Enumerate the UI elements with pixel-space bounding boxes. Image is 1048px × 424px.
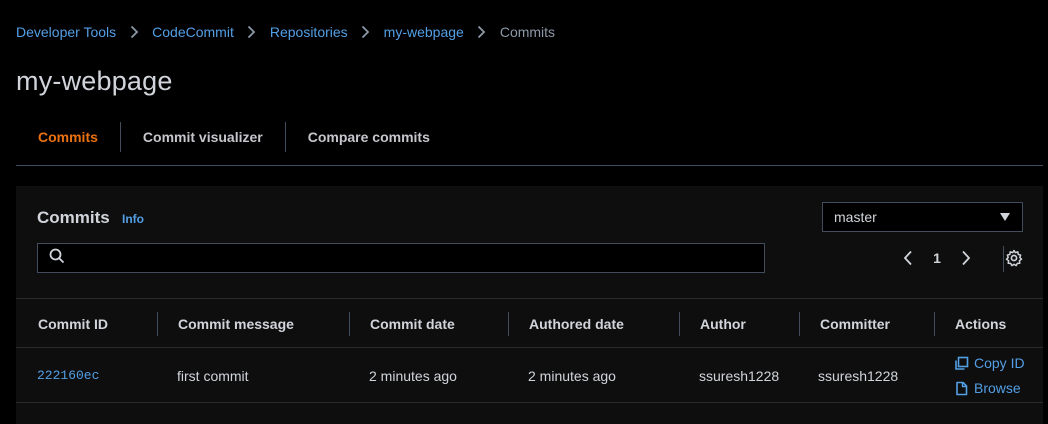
search-input[interactable] — [73, 250, 753, 266]
breadcrumb-codecommit[interactable]: CodeCommit — [152, 24, 234, 40]
search-icon — [49, 248, 65, 269]
column-divider — [679, 312, 680, 336]
file-icon — [956, 381, 968, 395]
author-cell: ssuresh1228 — [699, 367, 780, 384]
column-header-authored-date[interactable]: Authored date — [529, 299, 624, 349]
column-header-commit-message[interactable]: Commit message — [178, 299, 294, 349]
commit-date-cell: 2 minutes ago — [369, 367, 457, 384]
chevron-left-icon[interactable] — [898, 246, 918, 270]
committer-cell: ssuresh1228 — [818, 367, 899, 384]
column-divider — [508, 312, 509, 336]
column-header-commit-id[interactable]: Commit ID — [38, 299, 108, 349]
column-divider — [349, 312, 350, 336]
breadcrumb-commits: Commits — [499, 24, 556, 40]
branch-select-value: master — [834, 209, 877, 225]
copy-id-label: Copy ID — [974, 355, 1025, 371]
chevron-right-icon — [116, 25, 152, 39]
column-divider — [934, 312, 935, 336]
table-row: 222160ec first commit 2 minutes ago 2 mi… — [16, 348, 1043, 403]
info-link[interactable]: Info — [122, 212, 144, 226]
commit-message-cell: first commit — [177, 367, 249, 384]
breadcrumb-my-webpage[interactable]: my-webpage — [384, 24, 464, 40]
column-header-actions: Actions — [955, 316, 1007, 332]
table-header: Commit ID Commit message Commit date Aut… — [16, 298, 1043, 348]
chevron-right-icon — [464, 25, 500, 39]
page-title: my-webpage — [16, 66, 173, 96]
breadcrumb: Developer Tools CodeCommit Repositories … — [16, 22, 555, 42]
column-divider — [157, 312, 158, 336]
copy-icon — [955, 356, 969, 370]
actions-cell: Copy ID Browse — [954, 354, 1025, 397]
chevron-right-icon[interactable] — [956, 246, 976, 270]
column-header-commit-date[interactable]: Commit date — [370, 299, 455, 349]
column-header-author[interactable]: Author — [700, 299, 746, 349]
search-field[interactable] — [37, 243, 765, 273]
browse-action[interactable]: Browse — [954, 379, 1025, 397]
browse-label: Browse — [974, 380, 1021, 396]
breadcrumb-developer-tools[interactable]: Developer Tools — [16, 24, 116, 40]
page-number[interactable]: 1 — [918, 250, 956, 266]
caret-down-icon — [1000, 213, 1010, 221]
chevron-right-icon — [348, 25, 384, 39]
commits-panel-title: Commits — [37, 208, 110, 227]
authored-date-cell: 2 minutes ago — [528, 367, 616, 384]
column-divider — [799, 312, 800, 336]
commit-id-link[interactable]: 222160ec — [37, 368, 99, 383]
settings-icon[interactable] — [1004, 248, 1024, 268]
tab-bar: Commits Commit visualizer Compare commit… — [16, 120, 1043, 166]
copy-id-action[interactable]: Copy ID — [954, 354, 1025, 372]
tab-commits[interactable]: Commits — [16, 120, 120, 154]
pagination: 1 — [898, 246, 976, 270]
chevron-right-icon — [234, 25, 270, 39]
breadcrumb-repositories[interactable]: Repositories — [270, 24, 348, 40]
tab-commit-visualizer[interactable]: Commit visualizer — [121, 120, 285, 154]
commits-panel: Commits Info master 1 Commit ID Commit m… — [16, 186, 1043, 424]
commit-id-cell: 222160ec — [37, 348, 99, 403]
commits-table: Commit ID Commit message Commit date Aut… — [16, 298, 1043, 403]
column-header-committer[interactable]: Committer — [820, 299, 890, 349]
branch-select[interactable]: master — [822, 202, 1023, 232]
tab-compare-commits[interactable]: Compare commits — [286, 120, 452, 154]
